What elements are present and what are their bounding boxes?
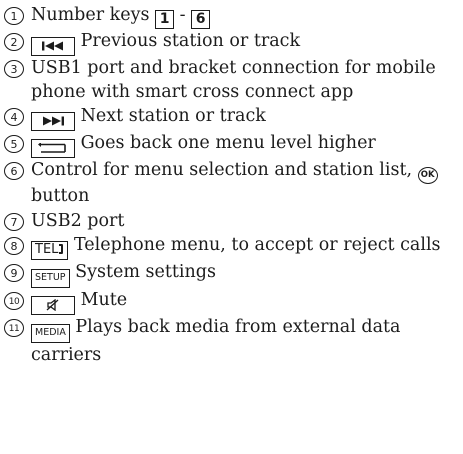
item-label: Next station or track [80,106,266,127]
legend-item-11: 11 MEDIA Plays back media from external … [4,315,460,367]
legend-item-8: 8 TEL Telephone menu, to accept or rejec… [4,233,460,260]
item-label: Goes back one menu level higher [80,133,376,154]
item-number: 11 [4,318,24,337]
item-text: TEL Telephone menu, to accept or reject … [31,233,456,260]
item-number: 6 [4,162,24,181]
item-text: SETUP System settings [31,260,456,288]
item-label: Plays back media from external data carr… [31,316,401,365]
legend-item-2: 2 Previous station or track [4,29,460,56]
legend-item-10: 10 Mute [4,288,460,315]
item-number: 2 [4,33,24,51]
item-text: Previous station or track [31,29,456,56]
mute-icon [46,298,59,312]
item-number: 3 [4,60,24,78]
item-label: Telephone menu, to accept or reject call… [73,234,441,255]
legend-item-3: 3 USB1 port and bracket connection for m… [4,56,460,104]
item-label: Mute [80,289,128,310]
item-text: MEDIA Plays back media from external dat… [31,315,456,367]
item-number: 10 [4,291,24,310]
number-key-6: 6 [191,10,211,29]
media-key: MEDIA [31,323,70,343]
phone-icon [59,244,64,255]
item-number: 5 [4,135,24,154]
item-label: Control for menu selection and station l… [31,160,413,181]
legend-list: 1 Number keys 1 - 6 2 Previous station o… [4,3,460,367]
item-label: Previous station or track [80,31,301,51]
item-text: Mute [31,288,456,315]
item-text: USB2 port [31,210,125,231]
item-text: Goes back one menu level higher [31,131,456,159]
legend-item-6: 6 Control for menu selection and station… [4,158,460,208]
item-number: 9 [4,263,24,282]
next-track-icon [43,116,64,126]
tel-key: TEL [31,240,69,260]
legend-item-1: 1 Number keys 1 - 6 [4,3,460,29]
ok-button-symbol: OK [417,167,438,185]
back-arrow-icon [38,141,66,153]
item-number: 4 [4,108,24,127]
item-text: USB1 port and bracket connection for mob… [31,58,436,103]
item-number: 8 [4,236,24,255]
item-label: System settings [75,261,216,282]
next-track-key [31,112,75,132]
legend-item-4: 4 Next station or track [4,104,460,132]
back-key [31,139,75,159]
tel-key-label: TEL [35,241,59,257]
setup-key: SETUP [31,268,70,288]
range-separator: - [179,5,186,25]
item-number: 1 [4,7,24,25]
previous-track-icon [42,41,63,51]
item-text: Number keys 1 - 6 [31,3,456,29]
mute-key [31,295,75,315]
item-label: Number keys [31,5,150,25]
page: 1 Number keys 1 - 6 2 Previous station o… [0,0,463,454]
legend-item-5: 5 Goes back one menu level higher [4,131,460,159]
item-label-continued: button [31,186,90,207]
item-text: Next station or track [31,104,456,132]
item-number: 7 [4,212,24,231]
number-key-1: 1 [155,10,175,29]
previous-track-key [31,37,75,56]
legend-item-7: 7 USB2 port [4,209,460,233]
legend-item-9: 9 SETUP System settings [4,260,460,288]
item-text: Control for menu selection and station l… [31,158,456,208]
